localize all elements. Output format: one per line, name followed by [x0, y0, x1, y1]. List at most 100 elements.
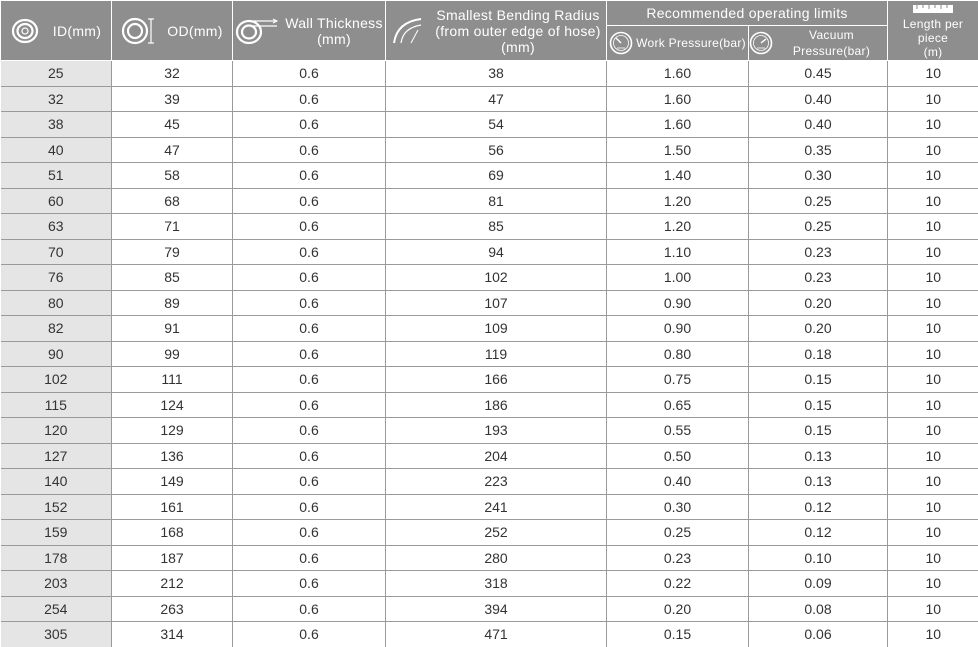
bending-radius-cell: 394: [385, 596, 607, 622]
od-cell: 111: [111, 366, 233, 393]
wall-thickness-cell: 0.6: [232, 213, 386, 240]
od-cell: 68: [111, 188, 233, 214]
wall-thickness-cell: 0.6: [232, 443, 386, 469]
work-pressure-cell: 1.60: [606, 86, 749, 112]
vacuum-pressure-cell: 0.12: [748, 494, 889, 520]
bend-radius-arc-icon: [391, 16, 431, 46]
ruler-icon: [911, 2, 955, 16]
work-pressure-cell: 0.90: [606, 290, 749, 316]
vacuum-pressure-cell: 0.09: [748, 570, 889, 597]
wall-thickness-cell: 0.6: [232, 494, 386, 520]
wall-thickness-cell: 0.6: [232, 137, 386, 163]
length-cell: 10: [887, 315, 978, 342]
od-cell: 136: [111, 443, 233, 469]
vacuum-pressure-cell: 0.15: [748, 392, 889, 418]
length-cell: 10: [887, 494, 978, 520]
table-row: 203 212 0.6 318 0.22 0.09 10: [0, 570, 978, 597]
concentric-rings-icon: [11, 18, 47, 44]
work-pressure-cell: 0.40: [606, 468, 749, 495]
header-id-label: ID(mm): [52, 22, 102, 39]
work-pressure-cell: 0.25: [606, 519, 749, 546]
length-cell: 10: [887, 570, 978, 597]
wall-thickness-cell: 0.6: [232, 545, 386, 571]
bending-radius-cell: 69: [385, 162, 607, 189]
vacuum-pressure-cell: 0.40: [748, 86, 889, 112]
od-cell: 85: [111, 264, 233, 291]
vacuum-pressure-cell: 0.20: [748, 290, 889, 316]
wall-thickness-cell: 0.6: [232, 417, 386, 444]
work-pressure-cell: 0.75: [606, 366, 749, 393]
work-pressure-cell: 0.20: [606, 596, 749, 622]
id-cell: 127: [0, 443, 112, 469]
bending-radius-cell: 318: [385, 570, 607, 597]
length-cell: 10: [887, 111, 978, 138]
bending-radius-cell: 38: [385, 60, 607, 87]
wall-thickness-cell: 0.6: [232, 290, 386, 316]
bending-radius-cell: 223: [385, 468, 607, 495]
header-od: OD(mm): [111, 0, 233, 61]
table-row: 51 58 0.6 69 1.40 0.30 10: [0, 162, 978, 189]
od-cell: 79: [111, 239, 233, 265]
bending-radius-cell: 193: [385, 417, 607, 444]
bending-radius-cell: 47: [385, 86, 607, 112]
vacuum-pressure-cell: 0.20: [748, 315, 889, 342]
od-cell: 187: [111, 545, 233, 571]
length-cell: 10: [887, 596, 978, 622]
work-pressure-cell: 0.30: [606, 494, 749, 520]
outer-diameter-rings-icon: [121, 17, 161, 45]
vacuum-pressure-cell: 0.13: [748, 468, 889, 495]
id-cell: 159: [0, 519, 112, 546]
table-row: 76 85 0.6 102 1.00 0.23 10: [0, 264, 978, 291]
table-row: 140 149 0.6 223 0.40 0.13 10: [0, 468, 978, 495]
header-operating-limits-label: Recommended operating limits: [646, 5, 848, 21]
vacuum-gauge-icon: [749, 31, 773, 55]
work-pressure-cell: 1.60: [606, 111, 749, 138]
id-cell: 140: [0, 468, 112, 495]
vacuum-pressure-cell: 0.15: [748, 417, 889, 444]
od-cell: 263: [111, 596, 233, 622]
id-cell: 120: [0, 417, 112, 444]
vacuum-pressure-cell: 0.15: [748, 366, 889, 393]
od-cell: 212: [111, 570, 233, 597]
length-cell: 10: [887, 341, 978, 367]
vacuum-pressure-cell: 0.35: [748, 137, 889, 163]
bending-radius-cell: 166: [385, 366, 607, 393]
od-cell: 314: [111, 621, 233, 647]
vacuum-pressure-cell: 0.06: [748, 621, 889, 647]
wall-thickness-cell: 0.6: [232, 188, 386, 214]
vacuum-pressure-cell: 0.30: [748, 162, 889, 189]
wall-thickness-cell: 0.6: [232, 519, 386, 546]
table-row: 305 314 0.6 471 0.15 0.06 10: [0, 621, 978, 647]
work-pressure-cell: 1.10: [606, 239, 749, 265]
vacuum-pressure-cell: 0.18: [748, 341, 889, 367]
table-row: 25 32 0.6 38 1.60 0.45 10: [0, 60, 978, 87]
bending-radius-cell: 107: [385, 290, 607, 316]
id-cell: 90: [0, 341, 112, 367]
table-row: 82 91 0.6 109 0.90 0.20 10: [0, 315, 978, 342]
id-cell: 178: [0, 545, 112, 571]
length-cell: 10: [887, 239, 978, 265]
wall-thickness-cell: 0.6: [232, 60, 386, 87]
vacuum-pressure-cell: 0.25: [748, 188, 889, 214]
vacuum-pressure-cell: 0.40: [748, 111, 889, 138]
bending-radius-cell: 252: [385, 519, 607, 546]
pressure-gauge-icon: [609, 31, 633, 55]
table-row: 60 68 0.6 81 1.20 0.25 10: [0, 188, 978, 214]
work-pressure-cell: 1.00: [606, 264, 749, 291]
wall-thickness-rings-icon: [235, 17, 279, 45]
od-cell: 47: [111, 137, 233, 163]
id-cell: 63: [0, 213, 112, 240]
od-cell: 161: [111, 494, 233, 520]
vacuum-pressure-cell: 0.23: [748, 239, 889, 265]
bending-radius-cell: 81: [385, 188, 607, 214]
table-row: 152 161 0.6 241 0.30 0.12 10: [0, 494, 978, 520]
length-cell: 10: [887, 417, 978, 444]
work-pressure-cell: 1.60: [606, 60, 749, 87]
table-row: 38 45 0.6 54 1.60 0.40 10: [0, 111, 978, 138]
header-work-pressure: Work Pressure(bar): [606, 25, 749, 61]
header-wall-thickness: Wall Thickness (mm): [232, 0, 386, 61]
bending-radius-cell: 204: [385, 443, 607, 469]
work-pressure-cell: 0.50: [606, 443, 749, 469]
header-wall-thickness-label: Wall Thickness (mm): [285, 14, 383, 47]
table-row: 159 168 0.6 252 0.25 0.12 10: [0, 519, 978, 546]
